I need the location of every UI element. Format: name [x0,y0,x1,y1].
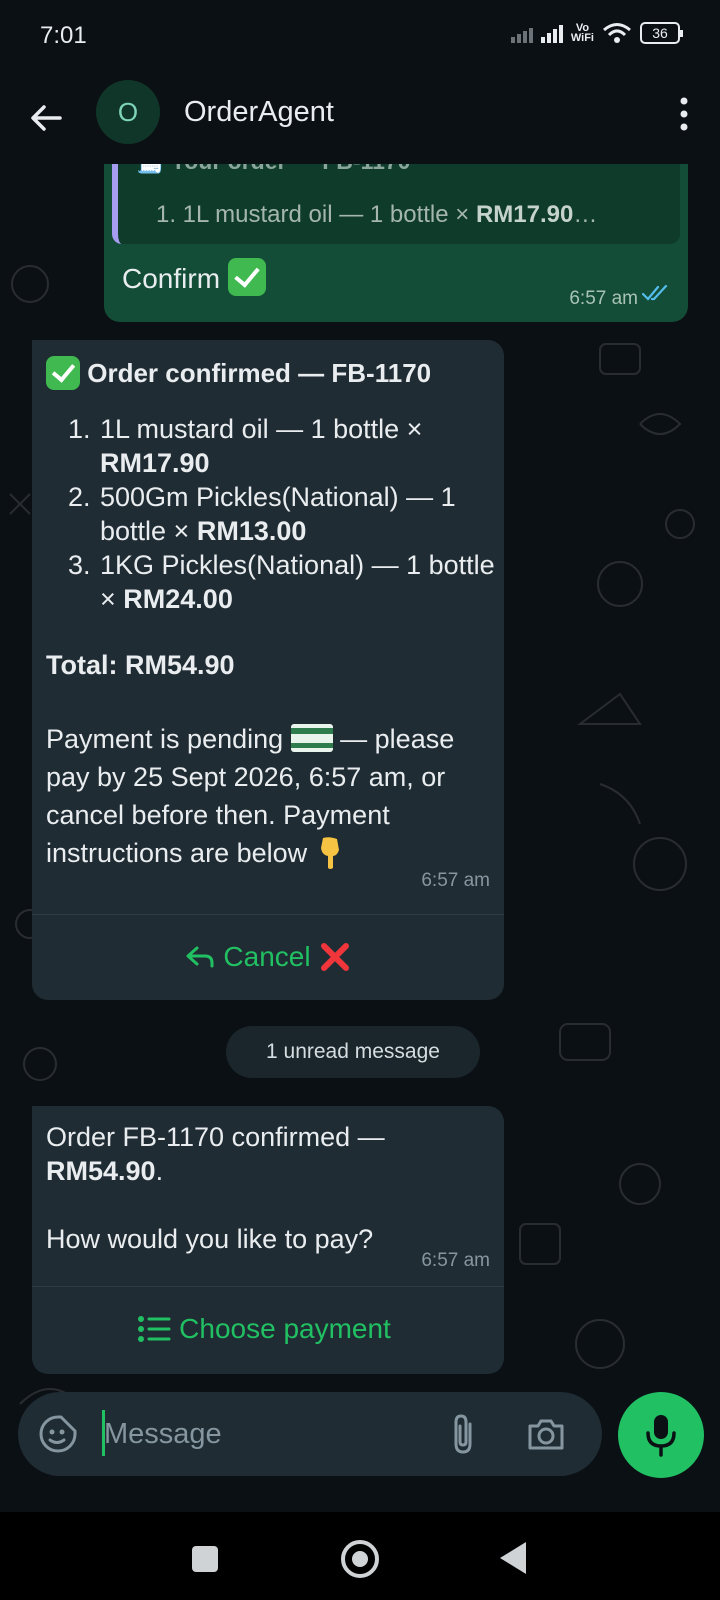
quoted-message[interactable]: 🧾 Your order — FB-1170 1. 1L mustard oil… [112,164,680,244]
order-title-text: Order confirmed — FB-1170 [87,358,432,388]
paperclip-icon[interactable] [446,1412,480,1456]
double-check-icon [642,284,668,301]
incoming-message-payment[interactable]: Order FB-1170 confirmed — RM54.90. How w… [32,1106,504,1374]
item-price: RM24.00 [123,584,233,614]
choose-payment-button[interactable]: Choose payment [32,1286,504,1370]
quote-title: 🧾 Your order — FB-1170 [136,164,410,178]
more-vertical-icon[interactable] [678,96,690,132]
avatar[interactable]: O [96,80,160,144]
list-item: 1. 1L mustard oil — 1 bottle × RM17.90 [46,412,496,480]
cancel-button-label: Cancel [223,940,311,972]
item-number: 1. [68,414,91,444]
incoming-message-order-confirmed[interactable]: Order confirmed — FB-1170 1. 1L mustard o… [32,340,504,1000]
camera-icon[interactable] [526,1414,566,1454]
item-price: RM17.90 [100,448,210,478]
message-time: 6:57 am [569,288,638,309]
status-time: 7:01 [40,22,87,49]
item-text: 1L mustard oil — 1 bottle × [100,414,423,444]
confirm-text: Confirm [122,258,266,296]
message-input-container[interactable] [18,1392,602,1476]
list-item: 3. 1KG Pickles(National) — 1 bottle × RM2… [46,548,496,616]
credit-card-emoji-icon [290,724,333,752]
signal-icon-sim1 [540,23,563,43]
quote-item-price: RM17.90 [475,201,574,228]
item-price: RM13.00 [196,516,307,546]
cross-mark-emoji-icon [320,942,349,971]
message-input[interactable] [104,1408,424,1460]
payment-text: Payment is pending — please pay by 25 Se… [46,720,496,872]
sticker-icon[interactable] [38,1414,78,1454]
message-content: Order confirmed — FB-1170 1. 1L mustard o… [46,354,496,872]
chat-header: O OrderAgent [0,76,720,164]
quote-ellipsis: … [573,201,598,228]
order-title: Order confirmed — FB-1170 [46,354,496,392]
payment-line1-text: Order FB-1170 confirmed — [46,1122,385,1152]
wifi-icon [603,23,631,43]
message-time: 6:57 am [421,870,490,891]
cancel-button[interactable]: Cancel [32,914,504,998]
vowifi-bottom: WiFi [570,32,594,44]
quote-body: 1. 1L mustard oil — 1 bottle × RM17.90… [156,198,597,232]
unread-divider: 1 unread message [226,1026,480,1078]
message-time: 6:57 am [421,1250,490,1271]
message-text: Confirm [122,263,221,294]
input-bar [0,1386,720,1494]
check-mark-emoji-icon [227,258,266,296]
payment-text-part1: Payment is pending [46,724,291,754]
reply-icon [186,946,214,967]
home-icon[interactable] [341,1540,379,1578]
order-total: Total: RM54.90 [46,650,235,680]
item-number: 3. [68,550,91,580]
payment-question: How would you like to pay? [46,1224,374,1254]
payment-line1-end: . [155,1156,164,1186]
battery-indicator: 36 [640,22,683,44]
outgoing-message[interactable]: 🧾 Your order — FB-1170 1. 1L mustard oil… [104,164,688,322]
payment-line1: Order FB-1170 confirmed — RM54.90. [46,1120,486,1188]
microphone-icon [646,1415,676,1457]
arrow-left-icon[interactable] [26,98,66,138]
pointing-down-emoji-icon [320,837,339,869]
status-icons: Vo WiFi 36 [510,22,683,44]
item-number: 2. [68,482,91,512]
system-nav-bar [0,1512,720,1600]
status-bar: 7:01 Vo WiFi 36 [0,0,720,76]
vowifi-indicator: Vo WiFi [570,23,594,44]
order-items-list: 1. 1L mustard oil — 1 bottle × RM17.90 2.… [46,412,496,616]
choose-payment-label: Choose payment [179,1312,391,1344]
payment-amount: RM54.90 [46,1156,156,1186]
voice-message-button[interactable] [618,1392,704,1478]
quote-item-text: 1. 1L mustard oil — 1 bottle × [156,201,476,228]
message-content: Order FB-1170 confirmed — RM54.90. How w… [46,1120,486,1256]
back-triangle-icon[interactable] [500,1542,526,1574]
signal-icon-sim2 [510,23,533,43]
list-icon [138,1315,171,1342]
chat-area[interactable]: 🧾 Your order — FB-1170 1. 1L mustard oil… [0,164,720,1512]
recents-icon[interactable] [192,1546,218,1572]
chat-title[interactable]: OrderAgent [184,96,334,129]
check-mark-emoji-icon [46,356,80,390]
list-item: 2. 500Gm Pickles(National) — 1 bottle × R… [46,480,496,548]
